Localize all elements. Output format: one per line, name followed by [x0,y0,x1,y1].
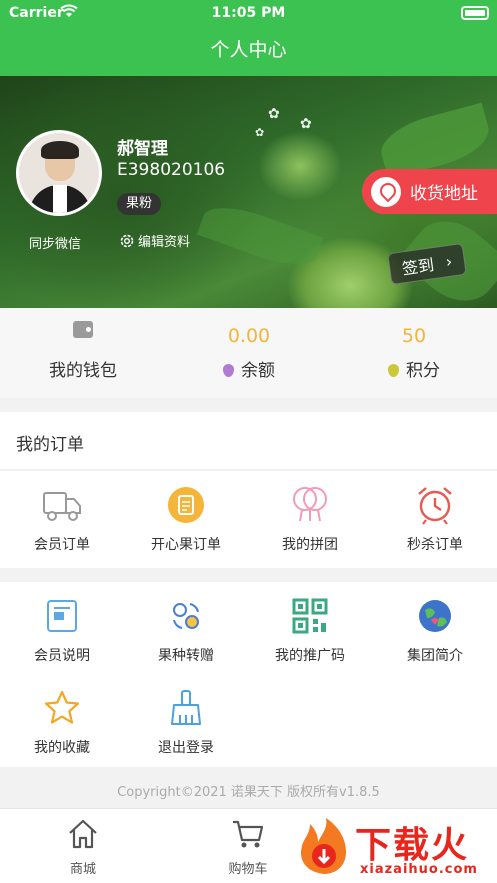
fruit-icon [388,364,399,377]
tab-mall[interactable]: 商城 [33,817,133,877]
alarm-clock-icon [415,485,455,525]
my-wallet-button[interactable]: 我的钱包 [0,308,166,398]
avatar[interactable] [16,130,102,216]
watermark: 下载火 xiazaihuo.com [290,812,497,883]
leaf-decoration [196,196,324,276]
my-group-buy-label: 我的拼团 [282,537,338,553]
services-grid: 会员说明 果种转赠 我的推广码 集团简介 我的收藏 退出登录 [0,582,497,767]
tab-cart-label: 购物车 [228,862,268,877]
pistachio-orders-button[interactable]: 开心果订单 [124,485,248,554]
member-card-icon [42,596,82,636]
pistachio-orders-label: 开心果订单 [151,537,221,553]
qr-code-icon [290,596,330,636]
shipping-address-button[interactable]: 收货地址 [362,169,497,214]
member-info-button[interactable]: 会员说明 [0,596,124,665]
transfer-icon [166,596,206,636]
my-group-buy-button[interactable]: 我的拼团 [248,485,372,554]
orders-section-header[interactable]: 我的订单 [0,412,497,470]
page-title: 个人中心 [210,39,287,61]
watermark-title: 下载火 [355,825,470,866]
balance-item[interactable]: 0.00 余额 [166,308,332,398]
my-favorites-button[interactable]: 我的收藏 [0,688,124,757]
wallet-summary: 我的钱包 0.00 余额 50 积分 [0,308,497,398]
points-label: 积分 [406,361,440,381]
member-orders-button[interactable]: 会员订单 [0,485,124,554]
battery-icon [461,6,489,20]
watermark-url: xiazaihuo.com [360,862,478,877]
member-info-label: 会员说明 [34,648,90,664]
clipboard-icon [166,485,206,525]
gem-icon [223,364,234,377]
profile-header: ✿ ✿ ✿ 同步微信 郝智理 E398020106 果粉 编辑资料 收货地址 签… [0,76,497,308]
broom-icon [166,688,206,728]
balance-value: 0.00 [227,325,271,347]
logout-button[interactable]: 退出登录 [124,688,248,757]
member-orders-label: 会员订单 [34,537,90,553]
my-favorites-label: 我的收藏 [34,740,90,756]
orders-grid: 会员订单 开心果订单 我的拼团 秒杀订单 [0,471,497,568]
flash-sale-orders-label: 秒杀订单 [407,537,463,553]
group-intro-button[interactable]: 集团简介 [373,596,497,665]
tab-mall-label: 商城 [69,862,96,877]
clock-time: 11:05 PM [211,5,286,21]
seed-transfer-button[interactable]: 果种转赠 [124,596,248,665]
flower-decoration: ✿ [268,106,280,122]
wallet-icon [73,321,93,338]
status-bar: Carrier 11:05 PM [0,0,497,28]
user-id: E398020106 [117,160,226,180]
balance-label: 余额 [241,361,275,381]
home-icon [69,819,97,849]
edit-profile-label: 编辑资料 [138,235,191,250]
copyright-text: Copyright©2021 诺果天下 版权所有v1.8.5 [117,785,380,800]
leaf-decoration [375,102,495,180]
promo-code-button[interactable]: 我的推广码 [248,596,372,665]
edit-profile-button[interactable]: 编辑资料 [119,231,190,250]
promo-code-label: 我的推广码 [275,648,345,664]
shipping-address-label: 收货地址 [410,184,478,204]
nav-bar: 个人中心 [0,28,497,76]
sync-wechat-button[interactable]: 同步微信 [29,233,81,252]
wallet-label: 我的钱包 [49,361,117,381]
globe-icon [415,596,455,636]
points-value: 50 [401,325,427,347]
flame-logo-icon [300,818,346,874]
truck-icon [42,485,82,525]
gear-icon [120,234,134,247]
points-item[interactable]: 50 积分 [331,308,497,398]
location-pin-icon [371,176,401,207]
cart-icon [233,820,264,848]
orders-title: 我的订单 [16,435,84,455]
flash-sale-orders-button[interactable]: 秒杀订单 [373,485,497,554]
member-badge: 果粉 [117,193,162,215]
group-icon [290,485,330,525]
group-intro-label: 集团简介 [407,648,463,664]
flower-decoration: ✿ [255,126,265,139]
checkin-label: 签到 [400,255,436,279]
chevron-right-icon: › [444,251,454,271]
star-icon [42,688,82,728]
flower-decoration: ✿ [300,116,312,132]
tab-cart[interactable]: 购物车 [198,817,298,877]
logout-label: 退出登录 [158,740,214,756]
user-name: 郝智理 [117,139,168,159]
seed-transfer-label: 果种转赠 [158,648,214,664]
